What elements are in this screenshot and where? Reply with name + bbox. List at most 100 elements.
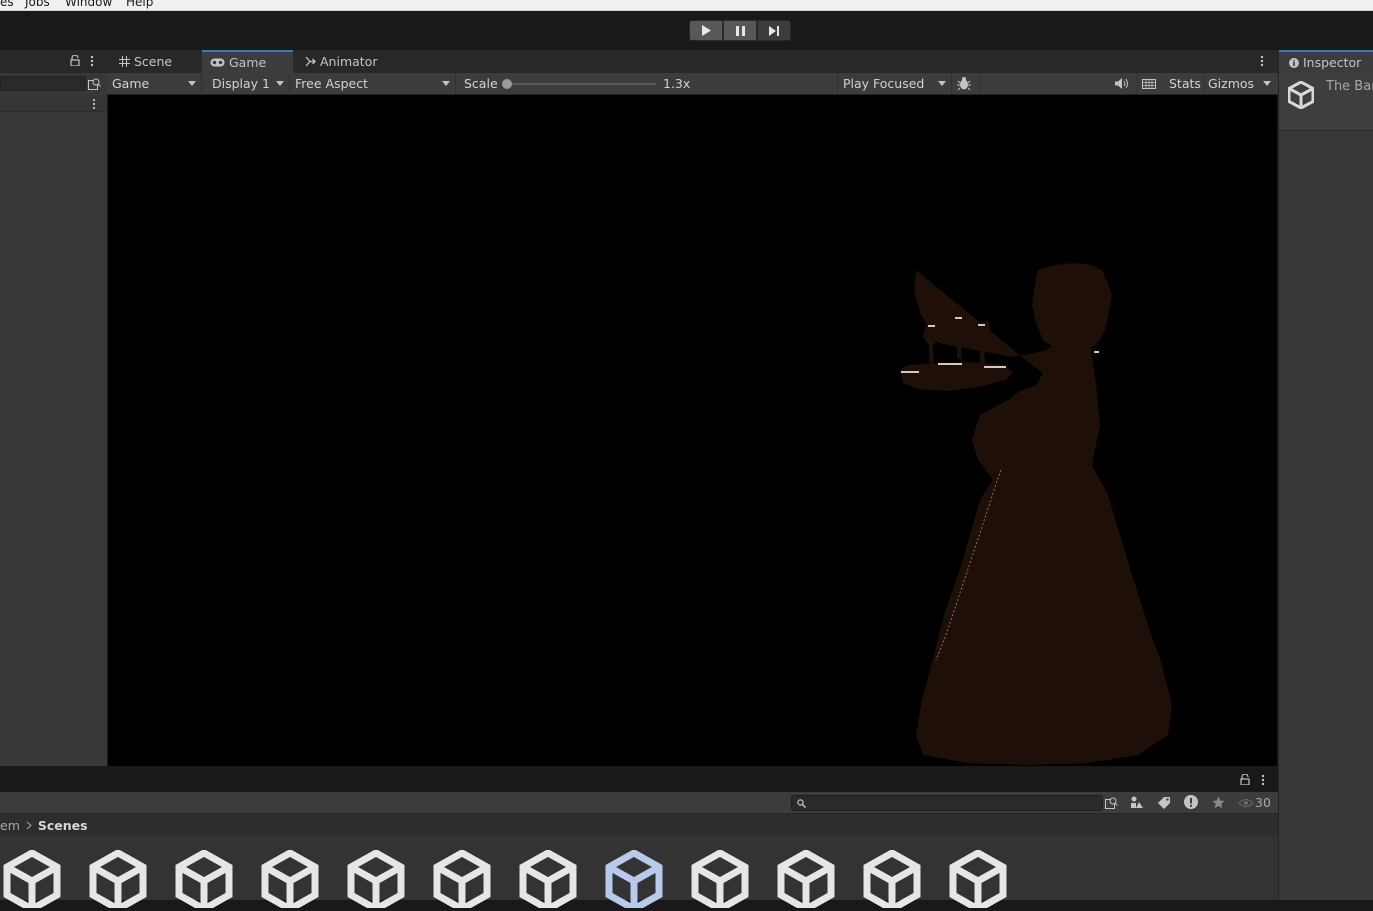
pause-button[interactable] bbox=[723, 20, 757, 41]
asset-grid bbox=[0, 836, 1278, 911]
inspector-tab-label: Inspector bbox=[1303, 55, 1362, 70]
scene-asset[interactable] bbox=[89, 848, 147, 911]
breadcrumb-item[interactable]: em bbox=[0, 818, 20, 833]
tab-inspector[interactable]: Inspector bbox=[1279, 50, 1373, 73]
breadcrumb-current[interactable]: Scenes bbox=[38, 818, 88, 833]
unity-scene-icon bbox=[1288, 81, 1314, 109]
chevron-down-icon bbox=[938, 81, 946, 86]
scene-asset[interactable] bbox=[347, 848, 405, 911]
scale-label: Scale bbox=[464, 76, 498, 91]
breadcrumb: em Scenes bbox=[0, 814, 1278, 836]
unity-scene-icon bbox=[347, 848, 405, 911]
filter-by-type-icon[interactable] bbox=[1130, 796, 1143, 809]
tab-label: Animator bbox=[320, 54, 378, 69]
hierarchy-scene-row[interactable] bbox=[0, 96, 107, 112]
favorite-star-icon[interactable] bbox=[1212, 796, 1225, 809]
aspect-dropdown[interactable]: Free Aspect bbox=[290, 73, 456, 94]
menu-item-window[interactable]: Window bbox=[65, 0, 112, 9]
label-tag-icon[interactable] bbox=[1158, 796, 1171, 809]
tab-label: Scene bbox=[134, 54, 173, 69]
animator-icon bbox=[305, 56, 316, 67]
unity-scene-icon bbox=[691, 848, 749, 911]
play-mode-label: Play Focused bbox=[843, 76, 925, 91]
chevron-right-icon bbox=[26, 821, 32, 829]
more-options-icon[interactable] bbox=[90, 55, 94, 67]
gizmos-button[interactable]: Gizmos bbox=[1208, 76, 1254, 91]
unity-scene-icon bbox=[433, 848, 491, 911]
unity-scene-icon bbox=[175, 848, 233, 911]
scene-asset[interactable] bbox=[3, 848, 61, 911]
toolbar-divider bbox=[1137, 73, 1138, 94]
unity-scene-icon bbox=[89, 848, 147, 911]
unity-scene-icon bbox=[777, 848, 835, 911]
hierarchy-search-input[interactable] bbox=[0, 76, 86, 91]
hidden-count: 30 bbox=[1255, 795, 1271, 810]
project-tabbar bbox=[0, 766, 1278, 792]
inspector-header: The Bar bbox=[1279, 73, 1373, 131]
eye-hidden-icon[interactable] bbox=[1239, 799, 1253, 807]
menu-item-help[interactable]: Help bbox=[126, 0, 153, 9]
hierarchy-panel bbox=[0, 50, 107, 766]
inspector-object-name: The Bar bbox=[1326, 79, 1373, 94]
scene-asset[interactable] bbox=[519, 848, 577, 911]
scene-asset[interactable] bbox=[691, 848, 749, 911]
scale-slider-thumb[interactable] bbox=[502, 79, 512, 89]
tab-label: Game bbox=[229, 55, 267, 70]
scene-asset[interactable] bbox=[949, 848, 1007, 911]
menu-item[interactable]: es bbox=[0, 0, 14, 9]
warning-filter-icon[interactable] bbox=[1184, 795, 1198, 809]
info-icon bbox=[1289, 57, 1299, 68]
display-label: Display 1 bbox=[212, 76, 271, 91]
bug-icon[interactable] bbox=[957, 76, 971, 91]
play-button[interactable] bbox=[689, 20, 723, 41]
more-options-icon[interactable] bbox=[1260, 55, 1264, 67]
hierarchy-tabbar bbox=[0, 50, 107, 73]
play-icon bbox=[702, 25, 711, 36]
scale-value: 1.3x bbox=[663, 76, 691, 91]
search-filter-icon[interactable] bbox=[88, 77, 101, 90]
project-toolbar: 30 bbox=[0, 792, 1278, 814]
scene-asset[interactable] bbox=[777, 848, 835, 911]
search-icon bbox=[797, 799, 806, 808]
step-icon bbox=[768, 25, 779, 36]
lock-icon[interactable] bbox=[70, 55, 80, 66]
tab-animator[interactable]: Animator bbox=[295, 50, 405, 73]
toolbar-divider bbox=[979, 73, 980, 94]
stats-button[interactable]: Stats bbox=[1169, 76, 1201, 91]
view-mode-label: Game bbox=[112, 76, 150, 91]
game-viewport[interactable] bbox=[108, 95, 1277, 766]
scale-slider-track[interactable] bbox=[506, 83, 656, 85]
audio-mute-icon[interactable] bbox=[1115, 78, 1129, 89]
toolbar-divider bbox=[1204, 73, 1205, 94]
scene-asset[interactable] bbox=[605, 848, 663, 911]
project-search-input[interactable] bbox=[791, 795, 1103, 811]
menu-item-jobs[interactable]: Jobs bbox=[25, 0, 50, 9]
barmaid-silhouette bbox=[900, 263, 1172, 765]
scene-asset[interactable] bbox=[433, 848, 491, 911]
pause-icon bbox=[735, 25, 745, 36]
scene-asset[interactable] bbox=[175, 848, 233, 911]
unity-scene-icon bbox=[519, 848, 577, 911]
scene-asset[interactable] bbox=[863, 848, 921, 911]
grid-icon bbox=[119, 56, 130, 67]
menu-bar: es Jobs Window Help bbox=[0, 0, 1373, 11]
step-button[interactable] bbox=[757, 20, 791, 41]
more-options-icon[interactable] bbox=[92, 98, 96, 110]
tab-scene[interactable]: Scene bbox=[109, 50, 202, 73]
scene-asset[interactable] bbox=[261, 848, 319, 911]
view-mode-dropdown[interactable]: Game bbox=[107, 73, 202, 94]
search-filter-icon[interactable] bbox=[1105, 796, 1118, 809]
tab-game[interactable]: Game bbox=[202, 50, 293, 73]
lock-icon[interactable] bbox=[1240, 774, 1250, 785]
aspect-label: Free Aspect bbox=[295, 76, 368, 91]
play-controls bbox=[689, 20, 791, 41]
more-options-icon[interactable] bbox=[1261, 774, 1265, 786]
stats-grid-icon[interactable] bbox=[1142, 79, 1156, 89]
play-mode-dropdown[interactable]: Play Focused bbox=[837, 73, 952, 94]
display-dropdown[interactable]: Display 1 bbox=[207, 73, 290, 94]
unity-scene-icon bbox=[605, 848, 663, 911]
gizmos-dropdown-icon[interactable] bbox=[1263, 81, 1271, 86]
game-view-toolbar: Game Display 1 Free Aspect Scale 1.3x Pl… bbox=[107, 73, 1278, 95]
gamepad-icon bbox=[210, 58, 225, 67]
unity-scene-icon bbox=[863, 848, 921, 911]
